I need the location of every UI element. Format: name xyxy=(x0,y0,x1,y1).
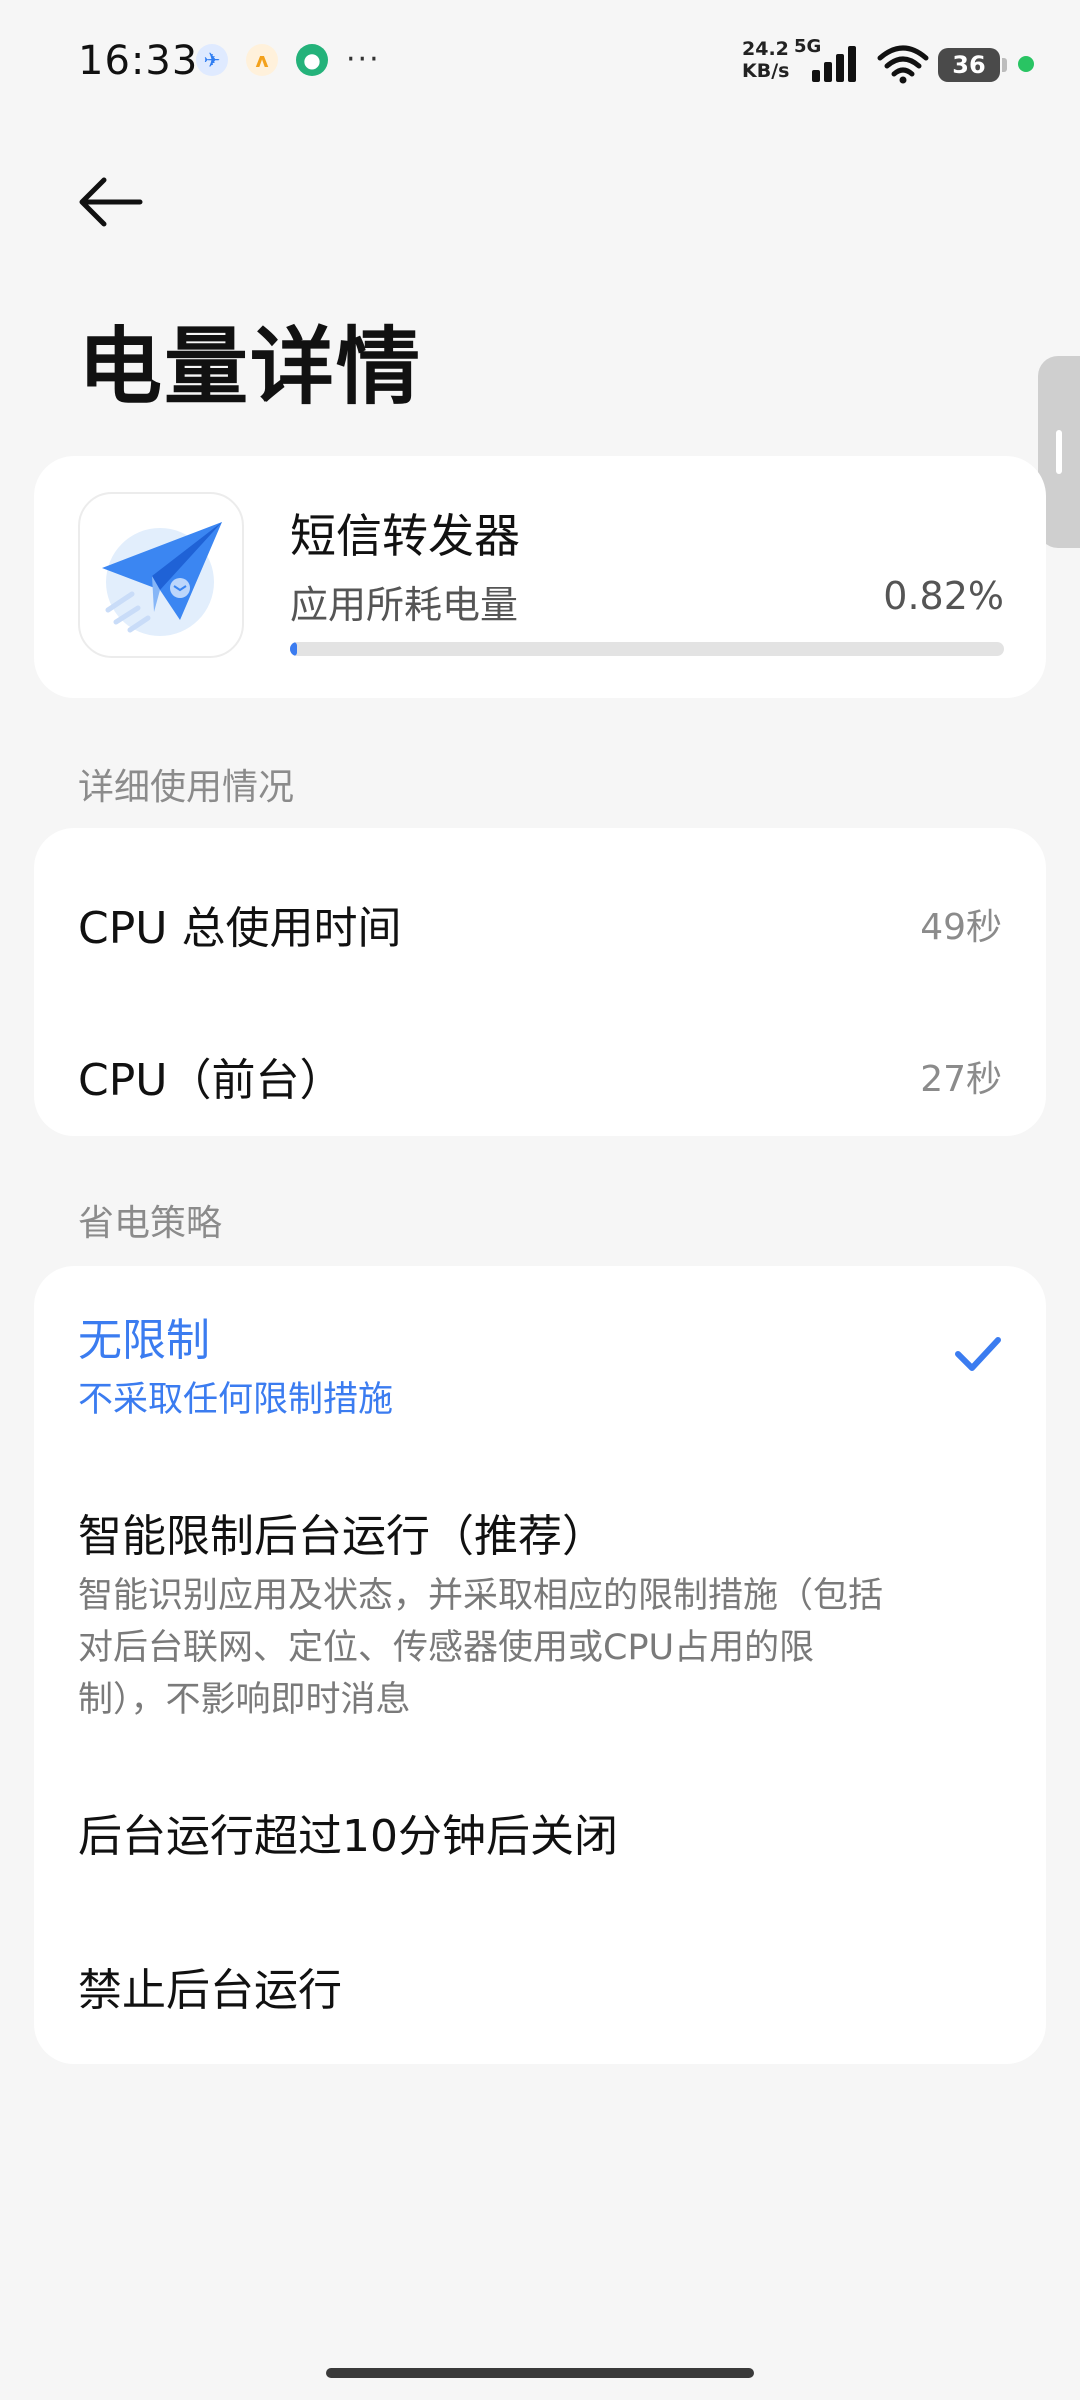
usage-value: 0.82% xyxy=(883,574,1004,618)
wifi-icon xyxy=(877,45,929,84)
app-battery-card: 短信转发器 应用所耗电量 0.82% xyxy=(34,456,1046,698)
cpu-foreground-label: CPU（前台） xyxy=(78,1055,344,1106)
handle-grip xyxy=(1056,430,1062,474)
network-speed: 24.2 KB/s xyxy=(742,38,789,82)
status-bar: 16:33 ✈ ʌ ● ··· 24.2 KB/s 5G 36 xyxy=(0,0,1080,130)
checkmark-icon xyxy=(955,1337,1001,1371)
details-card: CPU 总使用时间 49秒 CPU（前台） 27秒 xyxy=(34,828,1046,1136)
cpu-foreground-value: 27秒 xyxy=(920,1059,1002,1100)
app-notification-icon: ʌ xyxy=(246,44,278,76)
usage-progress-fill xyxy=(290,642,298,656)
privacy-indicator-dot xyxy=(1018,56,1034,72)
app-notification-icon-2: ● xyxy=(296,44,328,76)
paper-plane-icon xyxy=(78,492,244,658)
home-indicator[interactable] xyxy=(326,2368,754,2378)
usage-progress-bar xyxy=(290,642,1004,656)
app-name: 短信转发器 xyxy=(290,509,520,563)
policy-option-close-after-10min[interactable]: 后台运行超过10分钟后关闭 xyxy=(78,1800,1002,1864)
back-arrow-icon[interactable] xyxy=(74,172,144,232)
details-section-label: 详细使用情况 xyxy=(78,767,295,808)
option-title: 禁止后台运行 xyxy=(78,1965,342,2016)
network-speed-unit: KB/s xyxy=(742,60,790,82)
option-title: 后台运行超过10分钟后关闭 xyxy=(78,1811,618,1862)
cpu-total-label: CPU 总使用时间 xyxy=(78,903,402,954)
cpu-foreground-row: CPU（前台） 27秒 xyxy=(78,1016,1002,1136)
battery-icon: 36 xyxy=(938,48,1000,82)
policy-section-label: 省电策略 xyxy=(78,1203,223,1244)
more-notifications-icon: ··· xyxy=(346,42,381,77)
policy-option-unrestricted[interactable]: 无限制 不采取任何限制措施 xyxy=(78,1304,1002,1426)
policy-option-forbid-background[interactable]: 禁止后台运行 xyxy=(78,1954,1002,2018)
signal-icon xyxy=(812,46,856,82)
usage-label: 应用所耗电量 xyxy=(290,583,519,627)
page-title: 电量详情 xyxy=(78,318,423,416)
policy-option-smart-restrict[interactable]: 智能限制后台运行（推荐） 智能识别应用及状态，并采取相应的限制措施（包括对后台联… xyxy=(78,1500,1002,1726)
sms-forwarder-icon: ✈ xyxy=(196,44,228,76)
option-title: 智能限制后台运行（推荐） xyxy=(78,1511,606,1562)
cpu-total-value: 49秒 xyxy=(920,907,1002,948)
network-speed-value: 24.2 xyxy=(742,38,789,60)
notification-icons: ✈ ʌ ● ··· xyxy=(196,44,381,76)
option-title: 无限制 xyxy=(78,1315,210,1366)
option-description: 智能识别应用及状态，并采取相应的限制措施（包括对后台联网、定位、传感器使用或CP… xyxy=(78,1576,884,1720)
cpu-total-row: CPU 总使用时间 49秒 xyxy=(78,864,1002,984)
option-description: 不采取任何限制措施 xyxy=(78,1380,394,1420)
battery-tip xyxy=(1002,58,1007,72)
status-time: 16:33 xyxy=(78,38,199,84)
policy-card: 无限制 不采取任何限制措施 智能限制后台运行（推荐） 智能识别应用及状态，并采取… xyxy=(34,1266,1046,2064)
